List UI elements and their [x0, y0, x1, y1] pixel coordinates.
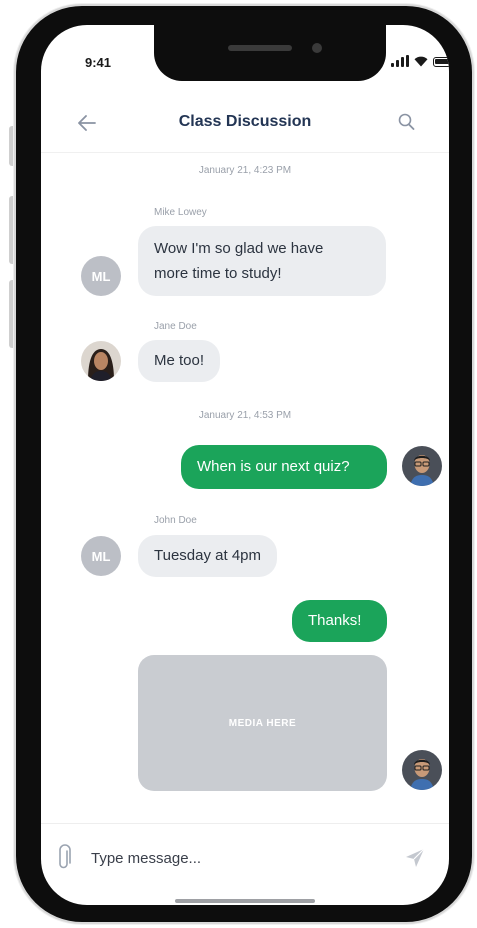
message-text: Thanks! [308, 612, 362, 629]
sender-name: John Doe [154, 515, 197, 526]
volume-down-button [9, 280, 16, 348]
message-text: When is our next quiz? [197, 458, 350, 475]
avatar[interactable]: ML [81, 536, 121, 576]
status-time: 9:41 [85, 55, 112, 70]
status-icons [391, 53, 449, 67]
signal-icon [391, 55, 409, 67]
message-composer [41, 823, 449, 905]
sender-name: Mike Lowey [154, 207, 207, 218]
phone-screen: 9:41 Class Discussion January 21, 4:23 P… [41, 25, 449, 905]
notch [154, 25, 386, 81]
camera [312, 43, 322, 53]
message-bubble[interactable]: Thanks! [292, 600, 387, 642]
speaker [228, 45, 292, 51]
paperclip-icon[interactable] [55, 844, 73, 872]
media-label: MEDIA HERE [228, 717, 297, 729]
avatar-photo [81, 341, 121, 381]
send-icon[interactable] [403, 846, 427, 870]
avatar[interactable] [402, 446, 442, 486]
battery-icon [433, 57, 449, 67]
media-placeholder[interactable]: MEDIA HERE [138, 655, 387, 791]
sender-name: Jane Doe [154, 321, 197, 332]
message-bubble[interactable]: When is our next quiz? [181, 445, 387, 489]
message-bubble[interactable]: Me too! [138, 340, 221, 382]
page-title: Class Discussion [178, 113, 312, 130]
message-input[interactable] [91, 844, 371, 872]
wifi-icon [414, 56, 428, 67]
message-text: Me too! [154, 352, 205, 369]
message-text: Tuesday at 4pm [154, 547, 261, 564]
home-indicator [175, 899, 315, 903]
phone-frame: 9:41 Class Discussion January 21, 4:23 P… [16, 6, 472, 922]
avatar[interactable] [402, 750, 442, 790]
avatar-photo [402, 750, 442, 790]
avatar[interactable] [81, 341, 121, 381]
avatar[interactable]: ML [81, 256, 121, 296]
timestamp: January 21, 4:23 PM [198, 165, 292, 176]
search-icon[interactable] [397, 111, 417, 133]
chat-header: Class Discussion [41, 97, 449, 153]
message-bubble[interactable]: Wow I'm so glad we have more time to stu… [138, 226, 386, 296]
message-text-line: more time to study! [154, 265, 282, 282]
volume-up-button [9, 196, 16, 264]
message-text-line: Wow I'm so glad we have [154, 240, 324, 257]
silent-switch [9, 126, 16, 166]
avatar-photo [402, 446, 442, 486]
timestamp: January 21, 4:53 PM [198, 410, 292, 421]
message-bubble[interactable]: Tuesday at 4pm [138, 535, 277, 577]
